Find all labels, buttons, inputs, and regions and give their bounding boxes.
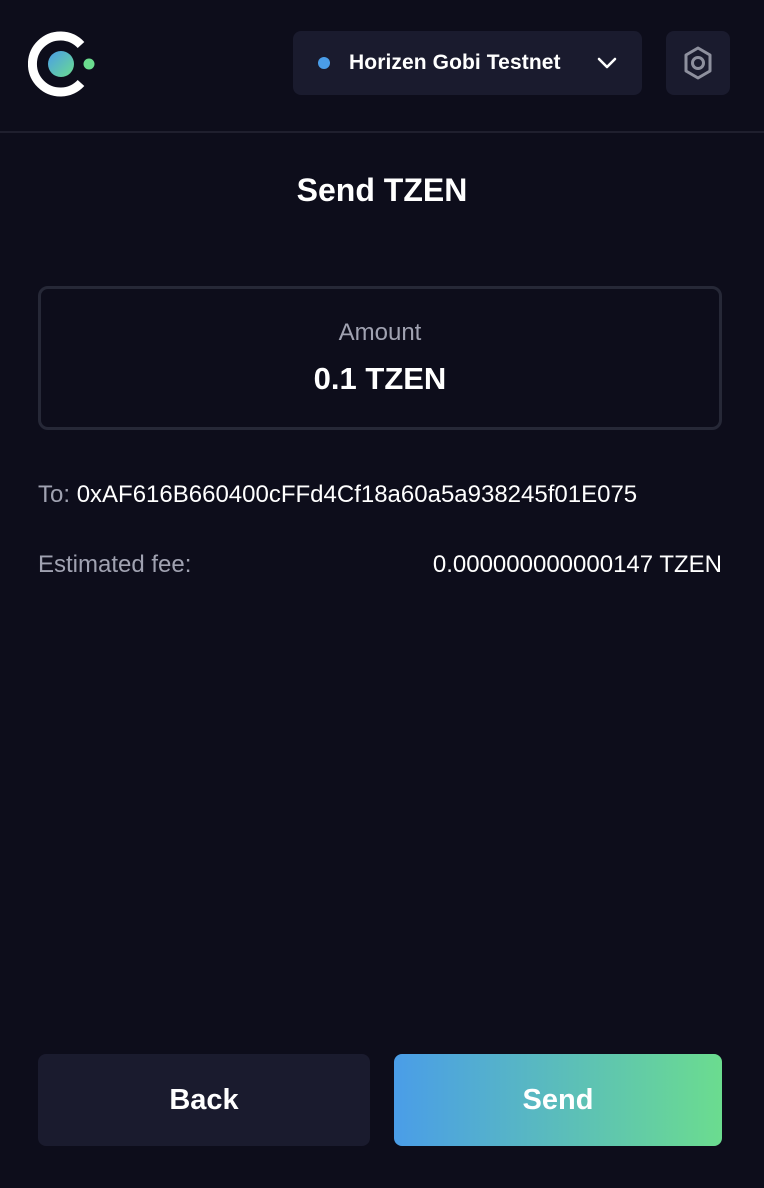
amount-label: Amount xyxy=(338,319,422,346)
fee-row: Estimated fee: 0.000000000000147 TZEN xyxy=(38,551,722,579)
top-bar: Horizen Gobi Testnet xyxy=(0,0,764,133)
send-screen: Horizen Gobi Testnet Send TZEN Amount 0.… xyxy=(0,0,764,1188)
fee-label: Estimated fee: xyxy=(38,551,192,578)
amount-value: 0.1 TZEN xyxy=(313,361,447,396)
chevron-down-icon xyxy=(597,57,617,69)
recipient-label: To: xyxy=(38,481,71,508)
fee-value: 0.000000000000147 TZEN xyxy=(432,551,722,578)
cybermiles-logo-icon xyxy=(28,31,95,97)
recipient-row: To: 0xAF616B660400cFFd4Cf18a60a5a938245f… xyxy=(38,481,728,509)
back-button[interactable]: Back xyxy=(38,1054,370,1146)
amount-card: Amount 0.1 TZEN xyxy=(38,286,722,430)
page-title: Send TZEN xyxy=(296,172,468,208)
network-status-dot xyxy=(318,57,330,69)
network-name: Horizen Gobi Testnet xyxy=(349,51,561,74)
recipient-address: 0xAF616B660400cFFd4Cf18a60a5a938245f01E0… xyxy=(76,481,638,508)
settings-button[interactable] xyxy=(666,31,730,95)
send-button[interactable]: Send xyxy=(394,1054,722,1146)
network-selector[interactable]: Horizen Gobi Testnet xyxy=(293,31,642,95)
hexagon-gear-icon xyxy=(684,46,712,80)
